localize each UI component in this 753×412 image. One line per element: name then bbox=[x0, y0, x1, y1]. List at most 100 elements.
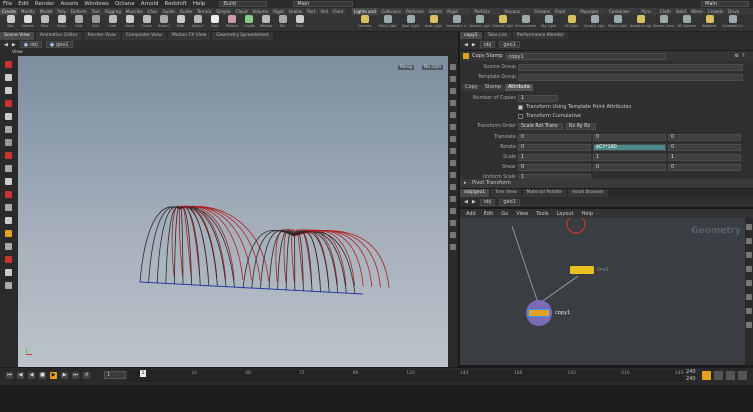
network-tool-icon[interactable] bbox=[746, 294, 752, 300]
shelf-tab[interactable]: Crowds bbox=[705, 8, 726, 15]
source-group-field[interactable] bbox=[518, 64, 743, 71]
display-option-icon[interactable] bbox=[450, 112, 456, 118]
playback-button-icon[interactable]: ▶ bbox=[61, 372, 68, 379]
shelf-tool[interactable]: Circle bbox=[122, 15, 137, 28]
display-option-icon[interactable] bbox=[450, 76, 456, 82]
back-icon[interactable]: ◀ bbox=[464, 199, 468, 205]
shelf-tab[interactable]: Rigid Bodies bbox=[445, 8, 472, 15]
forward-icon[interactable]: ▶ bbox=[472, 42, 476, 48]
camera-menu[interactable]: No cam bbox=[422, 65, 444, 70]
persp-menu[interactable]: Persp bbox=[398, 65, 415, 70]
display-option-icon[interactable] bbox=[450, 172, 456, 178]
shelf-tab[interactable]: Lights and C bbox=[352, 8, 379, 15]
shelf-tool[interactable]: Grid bbox=[71, 15, 86, 28]
viewport-tool-icon[interactable] bbox=[5, 126, 12, 133]
shelf-tab[interactable]: Part bbox=[305, 8, 318, 15]
shelf-tab[interactable]: Poly bbox=[55, 8, 68, 15]
timeline[interactable]: ⏮◀◀■▶▶⏭↺ 1 124487296120144168192216240 1… bbox=[0, 367, 753, 385]
param-path-geo[interactable]: geo1 bbox=[499, 41, 520, 48]
network-editor[interactable]: Geometry line1 copy1 bbox=[460, 218, 745, 365]
help-icon[interactable]: ? bbox=[742, 53, 745, 59]
pivot-transform-row[interactable]: ▸ Pivot Transform bbox=[460, 179, 753, 188]
shelf-tab[interactable]: Cloud bbox=[233, 8, 250, 15]
shelf-tool[interactable]: Caustic Light bbox=[584, 15, 605, 28]
viewport-tool-icon[interactable] bbox=[5, 243, 12, 250]
net-tab-2[interactable]: Material Palette bbox=[522, 189, 566, 197]
net-menu-edit[interactable]: Edit bbox=[484, 211, 494, 217]
shelf-tab[interactable]: Guide bbox=[160, 8, 177, 15]
shelf-tab[interactable]: Populate Con bbox=[578, 8, 606, 15]
shelf-tool[interactable]: Tube bbox=[292, 15, 307, 28]
display-option-icon[interactable] bbox=[450, 124, 456, 130]
network-tool-icon[interactable] bbox=[746, 280, 752, 286]
shelf-tab[interactable]: Rigid bbox=[271, 8, 286, 15]
viewport-tool-icon[interactable] bbox=[5, 113, 12, 120]
param-value[interactable]: 0 bbox=[593, 164, 666, 171]
timeline-scrubber[interactable]: 124487296120144168192216240 1 bbox=[128, 370, 683, 382]
net-menu-view[interactable]: View bbox=[516, 211, 528, 217]
transform-using-checkbox[interactable] bbox=[518, 105, 523, 110]
tab-2[interactable]: Render View bbox=[83, 32, 120, 40]
menu-assets[interactable]: Assets bbox=[60, 1, 78, 7]
shelf-tool[interactable]: Font bbox=[207, 15, 222, 28]
playback-button-icon[interactable]: ◀ bbox=[17, 372, 24, 379]
viewport-tool-icon[interactable] bbox=[5, 100, 12, 107]
right-main-select[interactable]: Main bbox=[701, 1, 749, 7]
playback-button-icon[interactable]: ⏭ bbox=[72, 372, 79, 379]
viewport-tool-icon[interactable] bbox=[5, 256, 12, 263]
shelf-tab[interactable]: Container Tools bbox=[606, 8, 639, 15]
shelf-tool[interactable]: Portal Light bbox=[607, 15, 628, 28]
template-group-field[interactable] bbox=[518, 74, 743, 81]
display-option-icon[interactable] bbox=[450, 232, 456, 238]
shelf-tab[interactable]: Muscles bbox=[123, 8, 145, 15]
shelf-tool[interactable]: Area Light bbox=[423, 15, 444, 28]
desktop-main-select[interactable]: Main bbox=[293, 1, 354, 7]
param-tab-1[interactable]: Take List bbox=[483, 32, 511, 39]
shelf-tool[interactable]: VR Camera bbox=[676, 15, 697, 28]
net-tab-3[interactable]: Asset Browser bbox=[567, 189, 608, 197]
shelf-tool[interactable]: Camera bbox=[354, 15, 375, 28]
shelf-tab[interactable]: Modify bbox=[18, 8, 37, 15]
tab-1[interactable]: Animation Editor bbox=[35, 32, 82, 40]
network-tool-icon[interactable] bbox=[746, 322, 752, 328]
shelf-tab[interactable]: Grains bbox=[426, 8, 445, 15]
shelf-tab[interactable]: Fluid Conta bbox=[552, 8, 578, 15]
display-option-icon[interactable] bbox=[450, 244, 456, 250]
shelf-tool[interactable]: Draw Curve bbox=[156, 15, 171, 28]
shelf-tool[interactable]: Spray Paint bbox=[190, 15, 205, 28]
param-value[interactable]: 0 bbox=[518, 144, 591, 151]
display-option-icon[interactable] bbox=[450, 208, 456, 214]
forward-icon[interactable]: ▶ bbox=[12, 42, 16, 48]
net-path-obj[interactable]: obj bbox=[479, 198, 496, 206]
shelf-tool[interactable]: Path bbox=[173, 15, 188, 28]
viewport-tool-icon[interactable] bbox=[5, 269, 12, 276]
rot-order-select[interactable]: Rx Ry Rz bbox=[566, 123, 596, 130]
param-value[interactable]: 0 bbox=[668, 144, 741, 151]
net-menu-help[interactable]: Help bbox=[582, 211, 593, 217]
param-subtab[interactable]: Copy bbox=[462, 84, 481, 91]
shelf-tab[interactable]: Fluid bbox=[330, 8, 345, 15]
display-option-icon[interactable] bbox=[450, 100, 456, 106]
shelf-tool[interactable]: Box bbox=[3, 15, 18, 28]
net-tab-0[interactable]: /obj/geo1 bbox=[460, 189, 490, 197]
gear-icon[interactable]: ⚙ bbox=[735, 53, 739, 59]
shelf-tool[interactable]: Torus bbox=[54, 15, 69, 28]
menu-file[interactable]: File bbox=[3, 1, 12, 7]
viewport-tool-icon[interactable] bbox=[5, 87, 12, 94]
shelf-tool[interactable]: Line bbox=[105, 15, 120, 28]
display-option-icon[interactable] bbox=[450, 196, 456, 202]
node-name-field[interactable]: copy1 bbox=[505, 52, 666, 60]
shelf-tab[interactable]: Particles bbox=[404, 8, 426, 15]
display-option-icon[interactable] bbox=[450, 184, 456, 190]
viewport-tool-icon[interactable] bbox=[5, 74, 12, 81]
net-menu-add[interactable]: Add bbox=[466, 211, 476, 217]
shelf-tab[interactable]: Cloth bbox=[657, 8, 673, 15]
menu-octane[interactable]: Octane bbox=[115, 1, 135, 7]
param-subtab[interactable]: Attribute bbox=[504, 84, 534, 91]
shelf-tab[interactable]: Wires bbox=[689, 8, 705, 15]
shelf-tab[interactable]: Vell bbox=[318, 8, 330, 15]
shelf-tool[interactable]: GI Light bbox=[561, 15, 582, 28]
shelf-tool[interactable]: Distant Light bbox=[492, 15, 513, 28]
display-option-icon[interactable] bbox=[450, 136, 456, 142]
viewport-tool-icon[interactable] bbox=[5, 139, 12, 146]
